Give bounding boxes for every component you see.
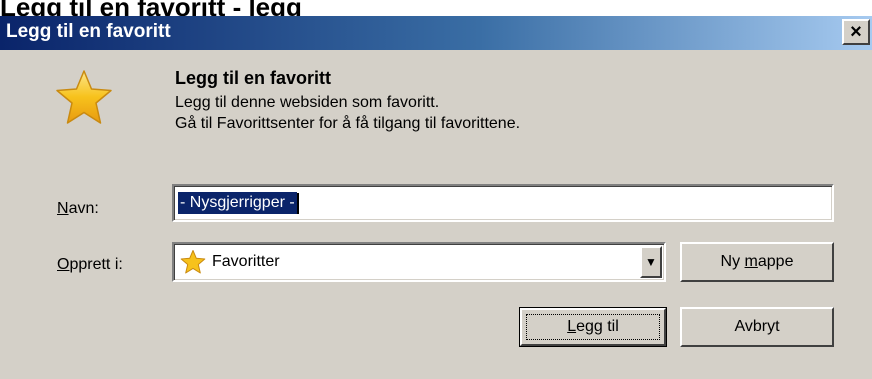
text-caret: [297, 193, 299, 214]
dropdown-button[interactable]: ▼: [640, 246, 662, 278]
focus-ring: [526, 314, 660, 340]
add-favorite-dialog: Legg til en favoritt × Legg til en favor…: [0, 16, 872, 379]
title-bar[interactable]: Legg til en favoritt ×: [0, 16, 872, 50]
create-in-label: Opprett i:: [57, 256, 123, 273]
description-line-2: Gå til Favorittsenter for å få tilgang t…: [175, 115, 521, 132]
star-icon: [56, 70, 112, 124]
close-button[interactable]: ×: [842, 19, 870, 45]
dialog-title: Legg til en favoritt: [6, 21, 171, 42]
description-line-1: Legg til denne websiden som favoritt.: [175, 94, 440, 111]
name-label: Navn:: [57, 200, 99, 217]
folder-selected-value: Favoritter: [212, 253, 280, 270]
folder-select[interactable]: Favoritter ▼: [172, 242, 666, 282]
cancel-button[interactable]: Avbryt: [680, 307, 834, 347]
background-window-title: Legg til en favoritt - legg: [0, 0, 302, 16]
name-field[interactable]: - Nysgjerrigper -: [172, 184, 834, 222]
favorites-star-icon: [180, 250, 206, 274]
dialog-heading: Legg til en favoritt: [175, 68, 332, 88]
new-folder-button[interactable]: Ny m appe: [680, 242, 834, 282]
add-button[interactable]: Legg til: [519, 307, 667, 347]
chevron-down-icon: ▼: [645, 255, 657, 269]
name-input[interactable]: - Nysgjerrigper -: [178, 192, 297, 214]
close-icon: ×: [850, 21, 862, 43]
